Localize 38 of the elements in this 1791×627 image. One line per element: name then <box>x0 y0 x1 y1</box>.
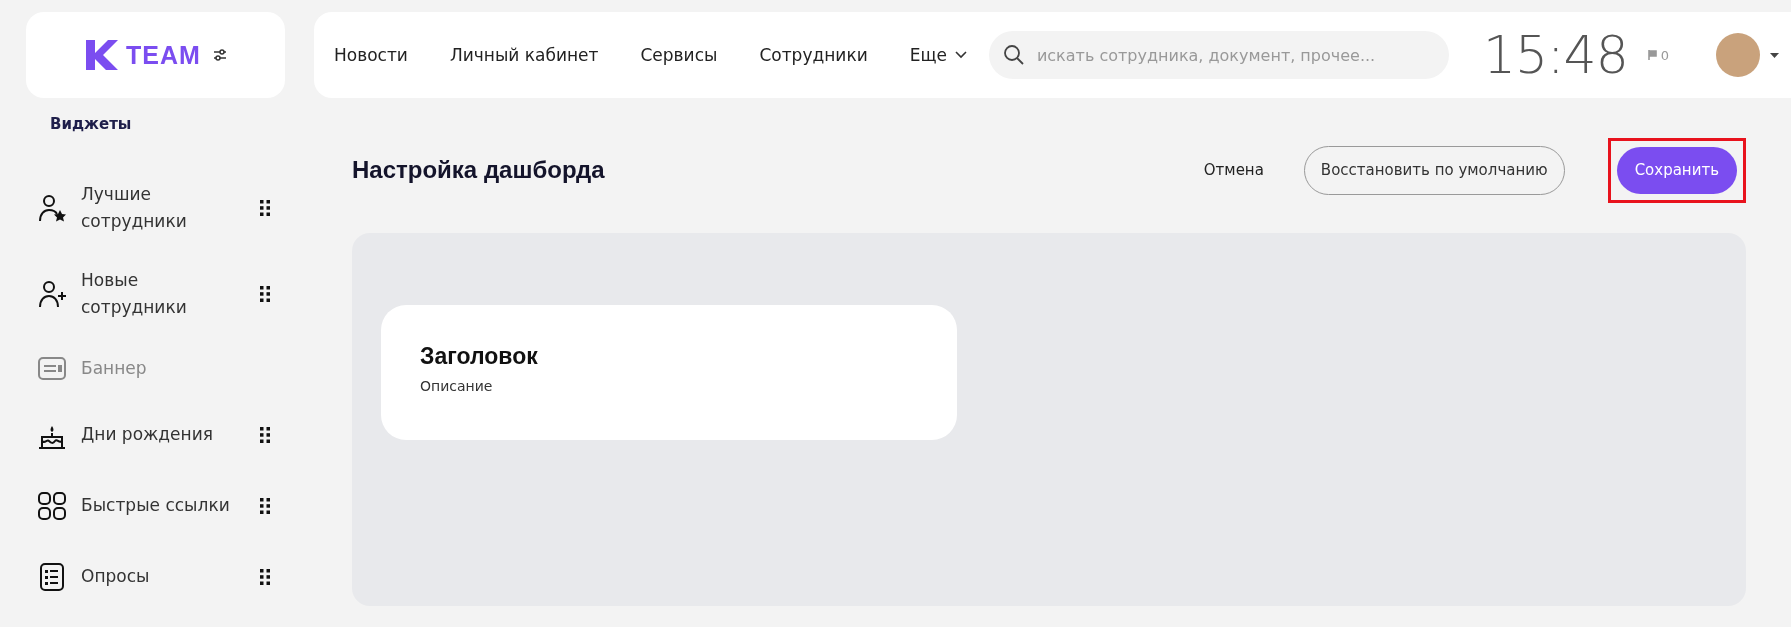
logo-text: TEAM <box>126 40 201 70</box>
flag-count: 0 <box>1660 47 1670 63</box>
nav-link[interactable]: Сотрудники <box>759 45 868 65</box>
clock-time: 15:48 <box>1482 25 1628 85</box>
avatar[interactable] <box>1716 33 1760 77</box>
drag-handle-icon <box>259 567 271 586</box>
nav-link[interactable]: Новости <box>334 45 408 65</box>
drag-handle-icon <box>259 425 271 444</box>
nav-link[interactable]: Личный кабинет <box>449 45 599 65</box>
logo-card[interactable]: TEAM <box>26 12 285 98</box>
widget-list-item[interactable]: Опросы <box>0 541 352 612</box>
cancel-link[interactable]: Отмена <box>1197 160 1270 180</box>
list-icon <box>37 561 67 592</box>
sliders-icon <box>212 48 227 62</box>
page-title: Настройка дашборда <box>352 156 605 184</box>
grid-icon <box>37 490 67 521</box>
widget-card[interactable]: Заголовок Описание <box>381 305 957 440</box>
sidebar-title: Виджеты <box>50 115 132 133</box>
user-star-icon <box>37 193 67 223</box>
widget-list-item[interactable]: Дни рождения <box>0 399 352 470</box>
logo-k-icon <box>84 38 119 72</box>
drag-handle-icon <box>259 496 271 515</box>
nav-link[interactable]: Еще <box>909 45 967 65</box>
widget-list-item[interactable]: Новые сотрудники <box>0 251 352 337</box>
save-button[interactable]: Сохранить <box>1616 146 1737 194</box>
widget-list-item[interactable]: Быстрые ссылки <box>0 470 352 541</box>
search-icon <box>1002 44 1025 66</box>
flag-icon <box>1647 50 1657 60</box>
widget-description: Описание <box>420 378 494 394</box>
widget-title: Заголовок <box>420 343 539 370</box>
widget-list-item[interactable]: Лучшие сотрудники <box>0 165 352 251</box>
chevron-down-icon <box>954 51 967 59</box>
nav-link[interactable]: Сервисы <box>640 45 718 65</box>
user-plus-icon <box>37 279 67 309</box>
drag-handle-icon <box>259 285 271 303</box>
drag-handle-icon <box>259 199 271 217</box>
caret-icon <box>1770 52 1779 58</box>
search-field[interactable]: искать сотрудника, документ, прочее... <box>988 31 1449 79</box>
